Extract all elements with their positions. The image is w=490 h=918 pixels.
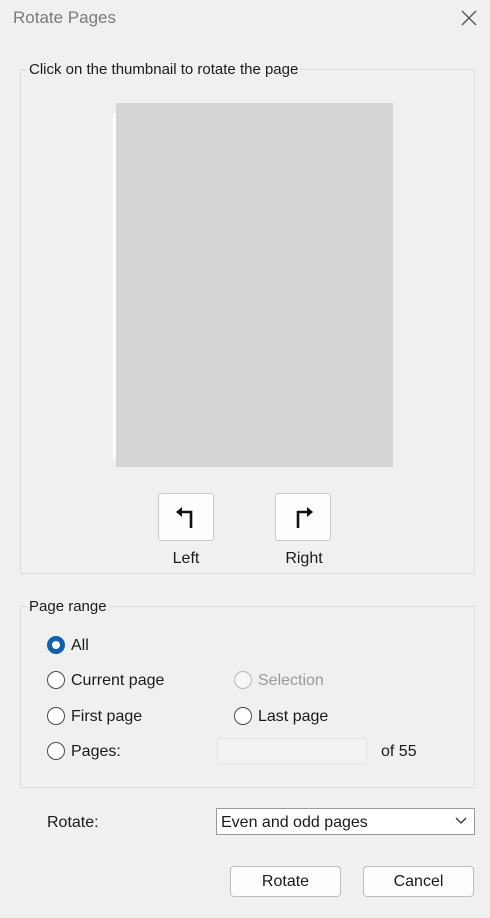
rotate-left-label: Left bbox=[172, 550, 200, 567]
rotate-right-icon bbox=[296, 507, 313, 528]
rotate-left-button[interactable] bbox=[158, 493, 214, 541]
rotate-right-label: Right bbox=[285, 550, 323, 567]
radio-selection-label: Selection bbox=[258, 672, 324, 689]
radio-first-page-label[interactable]: First page bbox=[71, 708, 142, 726]
radio-current-page[interactable] bbox=[47, 671, 65, 689]
rotate-left-icon bbox=[176, 507, 193, 528]
close-button[interactable] bbox=[456, 6, 482, 32]
rotate-mode-value: Even and odd pages bbox=[221, 814, 368, 831]
rotate-button[interactable]: Rotate bbox=[230, 866, 341, 897]
chevron-down-icon bbox=[455, 817, 467, 824]
close-icon bbox=[461, 10, 477, 26]
radio-last-page-label[interactable]: Last page bbox=[258, 708, 328, 726]
radio-all[interactable] bbox=[47, 636, 65, 654]
thumbnail-group-caption: Click on the thumbnail to rotate the pag… bbox=[27, 61, 301, 78]
page-thumbnail[interactable] bbox=[116, 103, 393, 467]
radio-selection bbox=[234, 671, 252, 689]
page-count-label: of 55 bbox=[381, 743, 417, 760]
radio-all-label[interactable]: All bbox=[71, 637, 89, 655]
page-range-caption: Page range bbox=[27, 598, 109, 615]
pages-input[interactable] bbox=[217, 738, 367, 764]
rotate-mode-select[interactable]: Even and odd pages bbox=[216, 808, 475, 835]
radio-current-page-label[interactable]: Current page bbox=[71, 672, 164, 690]
cancel-button[interactable]: Cancel bbox=[363, 866, 474, 897]
rotate-mode-label: Rotate: bbox=[47, 814, 99, 831]
radio-pages[interactable] bbox=[47, 742, 65, 760]
dialog-title: Rotate Pages bbox=[13, 8, 117, 27]
rotate-right-button[interactable] bbox=[275, 493, 331, 541]
radio-last-page[interactable] bbox=[234, 707, 252, 725]
radio-first-page[interactable] bbox=[47, 707, 65, 725]
radio-pages-label[interactable]: Pages: bbox=[71, 743, 121, 761]
